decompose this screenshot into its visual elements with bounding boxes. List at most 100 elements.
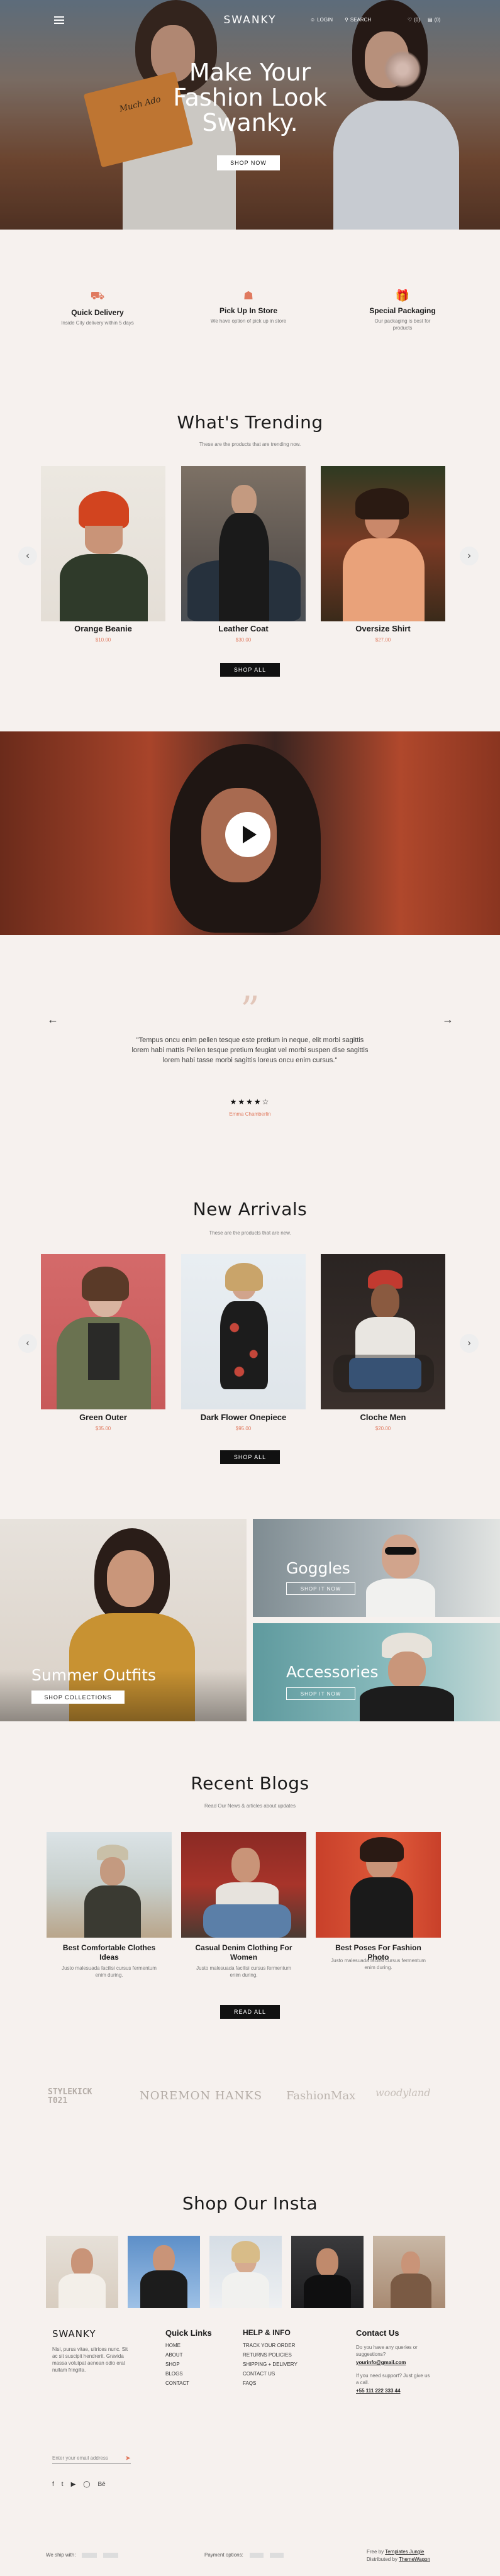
product-name[interactable]: Orange Beanie bbox=[41, 624, 165, 633]
footer-link[interactable]: SHOP bbox=[165, 2360, 189, 2369]
trending-next-arrow[interactable]: › bbox=[460, 547, 479, 565]
blog-post-title[interactable]: Best Comfortable Clothes Ideas bbox=[47, 1943, 172, 1962]
hamburger-menu-icon[interactable] bbox=[54, 16, 64, 24]
quick-links-title: Quick Links bbox=[165, 2328, 212, 2338]
rating-stars: ★★★★☆ bbox=[230, 1097, 270, 1106]
youtube-icon[interactable]: ▶ bbox=[71, 2481, 76, 2488]
cart-link[interactable]: ▤ (0) bbox=[428, 17, 440, 23]
heart-icon: ♡ bbox=[408, 17, 413, 23]
blog-post-excerpt: Justo malesuada facilisi cursus fermentu… bbox=[196, 1965, 291, 1978]
shop-collections-button[interactable]: SHOP COLLECTIONS bbox=[31, 1690, 125, 1704]
behance-icon[interactable]: Bē bbox=[97, 2481, 105, 2488]
truck-icon: ⛟ bbox=[90, 289, 105, 302]
search-link[interactable]: ⚲ SEARCH bbox=[345, 17, 371, 23]
social-icons: f t ▶ ◯ Bē bbox=[52, 2481, 106, 2488]
quick-links-list: HOME ABOUT SHOP BLOGS CONTACT bbox=[165, 2341, 189, 2388]
footer-link[interactable]: CONTACT bbox=[165, 2379, 189, 2388]
footer-link[interactable]: BLOGS bbox=[165, 2369, 189, 2379]
product-image-dark-flower-onepiece[interactable] bbox=[181, 1254, 306, 1409]
features-section: ⛟ Quick Delivery Inside City delivery wi… bbox=[0, 289, 500, 352]
login-link[interactable]: ☺ LOGIN bbox=[310, 17, 333, 23]
goggles-title: Goggles bbox=[286, 1559, 350, 1577]
footer-link[interactable]: TRACK YOUR ORDER bbox=[243, 2341, 297, 2350]
contact-email[interactable]: yourinfo@gmail.com bbox=[356, 2360, 406, 2365]
insta-title: Shop Our Insta bbox=[182, 2193, 318, 2214]
trending-prev-arrow[interactable]: ‹ bbox=[18, 547, 37, 565]
facebook-icon[interactable]: f bbox=[52, 2481, 54, 2488]
insta-image[interactable] bbox=[373, 2236, 445, 2308]
twitter-icon[interactable]: t bbox=[62, 2481, 64, 2488]
send-icon[interactable]: ➤ bbox=[125, 2454, 131, 2462]
testimonial-next-arrow[interactable]: → bbox=[442, 1013, 453, 1026]
mastercard-logo-icon bbox=[269, 2552, 284, 2558]
credits: Free by Templates Jungle Distributed by … bbox=[367, 2549, 430, 2562]
product-price: $30.00 bbox=[235, 637, 252, 643]
summer-outfits-title: Summer Outfits bbox=[31, 1666, 156, 1684]
product-name[interactable]: Cloche Men bbox=[321, 1413, 445, 1422]
blog-post-excerpt: Justo malesuada facilisi cursus fermentu… bbox=[331, 1958, 426, 1970]
video-play-button[interactable] bbox=[225, 812, 270, 857]
trending-subtitle: These are the products that are trending… bbox=[199, 441, 301, 447]
help-links-list: TRACK YOUR ORDER RETURNS POLICIES SHIPPI… bbox=[243, 2341, 297, 2388]
trending-shop-all-button[interactable]: SHOP ALL bbox=[220, 663, 280, 677]
blog-post-excerpt: Justo malesuada facilisi cursus fermentu… bbox=[62, 1965, 157, 1978]
hero-shop-now-button[interactable]: SHOP NOW bbox=[217, 155, 280, 170]
testimonial-author: Emma Chamberlin bbox=[229, 1111, 271, 1117]
product-price: $27.00 bbox=[375, 637, 391, 643]
read-all-button[interactable]: READ ALL bbox=[220, 2005, 280, 2019]
contact-question: Do you have any queries or suggestions? bbox=[356, 2345, 418, 2357]
site-logo[interactable]: SWANKY bbox=[214, 14, 286, 26]
product-image-green-outer[interactable] bbox=[41, 1254, 165, 1409]
feature-special-packaging: 🎁 Special Packaging Our packaging is bes… bbox=[358, 289, 447, 331]
insta-image[interactable] bbox=[128, 2236, 200, 2308]
product-image-orange-beanie[interactable] bbox=[41, 466, 165, 621]
product-image-leather-coat[interactable] bbox=[181, 466, 306, 621]
shipping-logo-icon bbox=[103, 2552, 119, 2558]
testimonial-prev-arrow[interactable]: ← bbox=[47, 1013, 58, 1026]
footer-link[interactable]: CONTACT US bbox=[243, 2369, 297, 2379]
product-name[interactable]: Oversize Shirt bbox=[321, 624, 445, 633]
footer-link[interactable]: SHIPPING + DELIVERY bbox=[243, 2360, 297, 2369]
testimonial-quote: "Tempus oncu enim pellen tesque este pre… bbox=[131, 1036, 369, 1064]
user-icon: ☺ bbox=[310, 17, 316, 23]
blogs-title: Recent Blogs bbox=[191, 1773, 309, 1794]
product-name[interactable]: Green Outer bbox=[41, 1413, 165, 1422]
wishlist-link[interactable]: ♡ (0) bbox=[408, 17, 420, 23]
search-icon: ⚲ bbox=[345, 17, 348, 23]
product-name[interactable]: Leather Coat bbox=[181, 624, 306, 633]
insta-image[interactable] bbox=[46, 2236, 118, 2308]
footer-link[interactable]: FAQS bbox=[243, 2379, 297, 2388]
insta-image[interactable] bbox=[209, 2236, 282, 2308]
accessories-shop-button[interactable]: SHOP IT NOW bbox=[286, 1687, 355, 1700]
quote-icon: ” bbox=[240, 989, 260, 1033]
blog-image[interactable] bbox=[316, 1832, 441, 1938]
insta-image[interactable] bbox=[291, 2236, 364, 2308]
footer-link[interactable]: ABOUT bbox=[165, 2350, 189, 2360]
footer-logo[interactable]: SWANKY bbox=[52, 2328, 96, 2340]
blogs-subtitle: Read Our News & articles about updates bbox=[204, 1803, 296, 1809]
goggles-shop-button[interactable]: SHOP IT NOW bbox=[286, 1582, 355, 1595]
footer-link[interactable]: HOME bbox=[165, 2341, 189, 2350]
footer-about: Nisi, purus vitae, ultrices nunc. Sit ac… bbox=[52, 2346, 128, 2373]
blog-post-title[interactable]: Casual Denim Clothing For Women bbox=[181, 1943, 306, 1962]
arrivals-next-arrow[interactable]: › bbox=[460, 1334, 479, 1353]
product-name[interactable]: Dark Flower Onepiece bbox=[181, 1413, 306, 1422]
product-image-oversize-shirt[interactable] bbox=[321, 466, 445, 621]
templates-jungle-link[interactable]: Templates Jungle bbox=[385, 2549, 424, 2555]
contact-phone[interactable]: +55 111 222 333 44 bbox=[356, 2388, 401, 2394]
arrivals-shop-all-button[interactable]: SHOP ALL bbox=[220, 1450, 280, 1464]
blog-image[interactable] bbox=[47, 1832, 172, 1938]
product-price: $20.00 bbox=[375, 1426, 391, 1431]
new-arrivals-subtitle: These are the products that are new. bbox=[209, 1230, 291, 1236]
blog-image[interactable] bbox=[181, 1832, 306, 1938]
arrivals-prev-arrow[interactable]: ‹ bbox=[18, 1334, 37, 1353]
hero-title: Make Your Fashion Look Swanky. bbox=[173, 58, 327, 136]
brand-logo-stylekick: STYLEKICK T021 bbox=[48, 2087, 92, 2106]
instagram-icon[interactable]: ◯ bbox=[83, 2481, 90, 2488]
footer-link[interactable]: RETURNS POLICIES bbox=[243, 2350, 297, 2360]
newsletter-email-input[interactable]: Enter your email address ➤ bbox=[52, 2453, 131, 2464]
product-image-cloche-men[interactable] bbox=[321, 1254, 445, 1409]
themewagon-link[interactable]: ThemeWagon bbox=[399, 2557, 430, 2562]
feature-pick-up: ☗ Pick Up In Store We have option of pic… bbox=[204, 289, 292, 325]
new-arrivals-title: New Arrivals bbox=[192, 1199, 308, 1219]
